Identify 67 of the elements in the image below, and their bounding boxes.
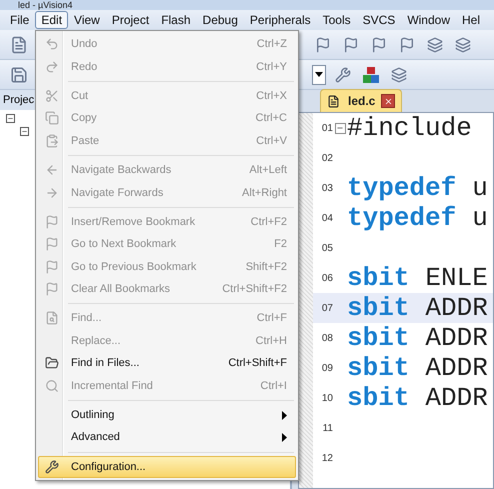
menu-item-icon [45, 88, 59, 103]
file-icon [327, 94, 340, 108]
menu-title[interactable]: Window [401, 11, 456, 29]
menu-item-icon [45, 282, 59, 296]
menu-item-icon [45, 111, 59, 126]
line-number: 03 [320, 182, 333, 194]
menu-item[interactable]: Configuration... [38, 456, 296, 478]
menu-title[interactable]: Peripherals [244, 11, 317, 29]
submenu-arrow-icon [282, 432, 287, 442]
menu-item[interactable]: Outlining [38, 404, 296, 426]
menu-title[interactable]: Flash [155, 11, 197, 29]
code-text: #include [347, 113, 472, 143]
keyword: sbit [347, 323, 410, 353]
keyword: sbit [347, 293, 410, 323]
menu-item-icon [45, 378, 59, 393]
menu-item-icon [45, 163, 59, 178]
keyword: sbit [347, 263, 410, 293]
keyword: sbit [347, 353, 410, 383]
menu-title[interactable]: Project [106, 11, 156, 29]
line-number: 02 [320, 152, 333, 164]
menu-item-icon [45, 460, 59, 474]
line-number: 07 [320, 302, 333, 314]
line-number: 11 [322, 422, 333, 434]
close-button[interactable] [381, 94, 396, 108]
collapse-icon[interactable] [6, 114, 15, 123]
menu-item-icon [45, 214, 59, 229]
collapse-icon[interactable] [20, 127, 29, 136]
menu-title[interactable]: Edit [35, 11, 68, 29]
menu-item[interactable]: Advanced [38, 426, 296, 449]
line-number: 08 [320, 332, 333, 344]
menu-item-icon [45, 186, 59, 200]
menu-item-icon [45, 134, 59, 148]
menu-title[interactable]: File [4, 11, 36, 29]
menu-item-icon [45, 311, 59, 326]
line-number: 04 [320, 212, 333, 224]
close-icon [384, 96, 393, 106]
menu-title[interactable]: Tools [316, 11, 357, 29]
tab-button[interactable]: led.c [327, 94, 376, 108]
line-number: 12 [320, 452, 333, 464]
menu-item-icon [45, 260, 59, 274]
menu-item-icon [45, 60, 59, 74]
line-number: 09 [320, 362, 333, 374]
menu-title[interactable]: Debug [196, 11, 244, 29]
code-text: ADDR [425, 383, 488, 413]
line-number: 05 [320, 242, 333, 254]
code-text: ADDR [425, 323, 488, 353]
window-title: led - µVision4 [18, 0, 73, 10]
line-number: 01 [320, 122, 333, 134]
menu-item-icon [45, 356, 59, 370]
keyword: typedef [347, 203, 456, 233]
menu-item-icon [45, 237, 59, 252]
code-text: ADDR [425, 293, 488, 323]
line-number: 10 [320, 392, 333, 404]
line-number: 06 [320, 272, 333, 284]
menu-item-icon [45, 37, 59, 52]
code-text: u [472, 203, 488, 233]
code-text: ENLE [425, 263, 488, 293]
menu-title[interactable]: Hel [456, 11, 486, 29]
menu-item[interactable]: Find in Files... Ctrl+Shift+F [38, 352, 296, 374]
menu-title[interactable]: View [68, 11, 106, 29]
keyword: typedef [347, 173, 456, 203]
submenu-arrow-icon [282, 410, 287, 420]
menu-title[interactable]: SVCS [356, 11, 402, 29]
code-text: u [472, 173, 488, 203]
keyword: sbit [347, 383, 410, 413]
code-text: ADDR [425, 353, 488, 383]
fold-icon[interactable] [334, 122, 346, 134]
